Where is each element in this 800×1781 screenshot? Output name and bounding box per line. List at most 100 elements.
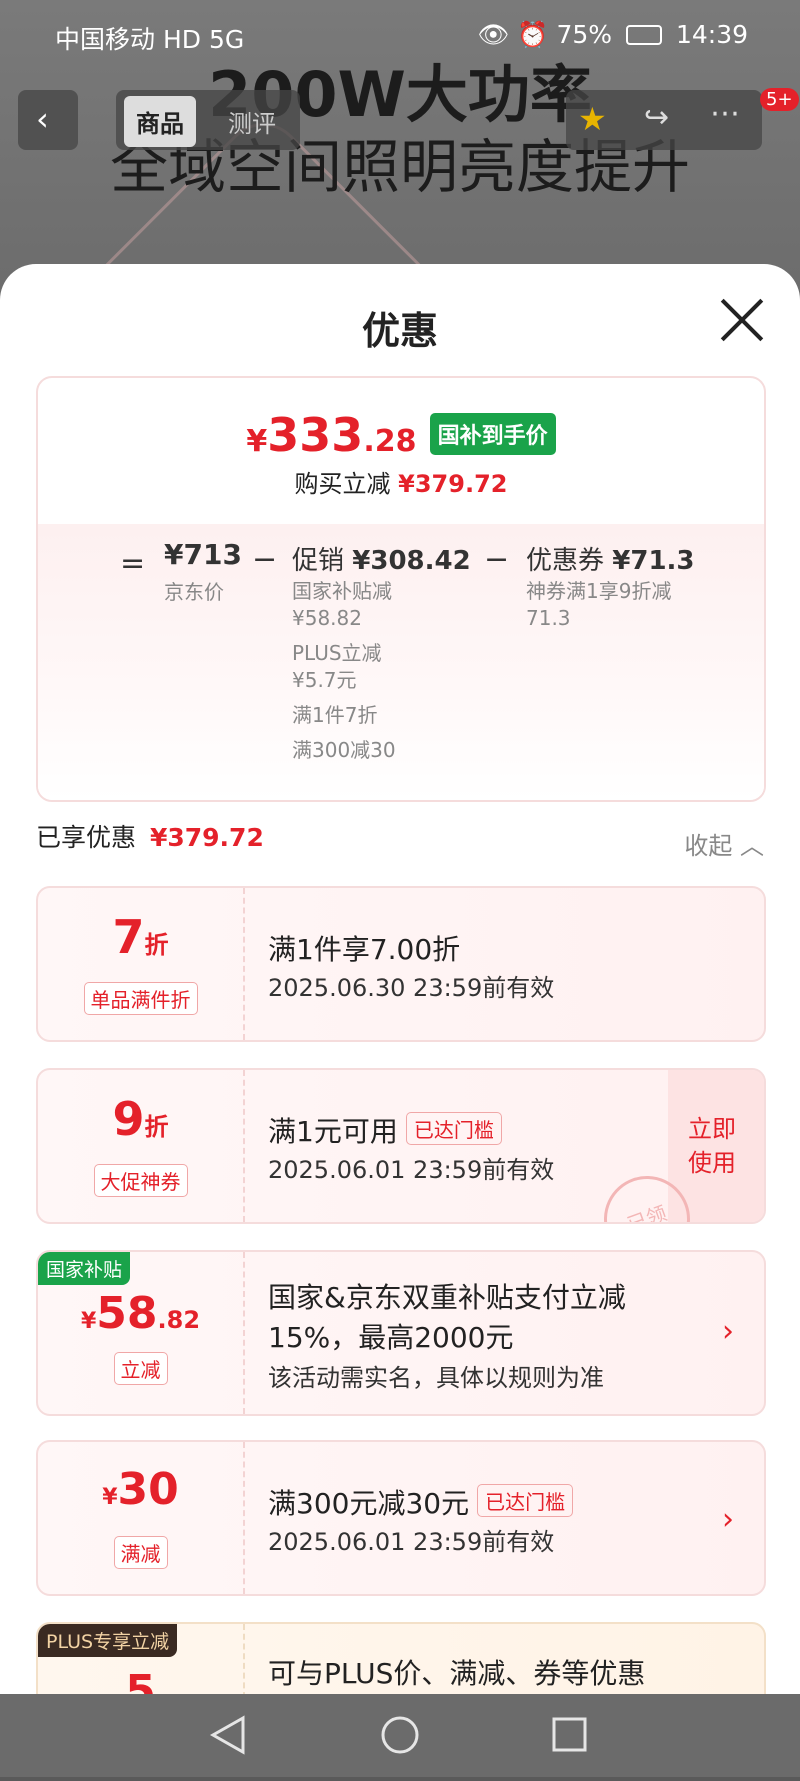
coupon-expiry: 2025.06.01 23:59前有效 — [268, 1528, 555, 1556]
final-price-int: 333 — [267, 408, 364, 462]
coupon-value: ¥71.3 — [612, 546, 695, 576]
back-arrow-icon: ‹ — [36, 100, 49, 138]
coupon-left: 7折 单品满件折 — [38, 888, 245, 1040]
star-icon[interactable]: ★ — [578, 100, 607, 138]
alarm-icon: ⏰ — [517, 20, 549, 49]
discount-sheet: 优惠 ¥333.28 国补到手价 购买立减 ¥379.72 = ¥713 京东价… — [0, 264, 800, 1694]
coupon-items: 神券满1享9折减 71.3 — [526, 578, 671, 632]
minus-sign-1: − — [252, 542, 278, 577]
close-icon[interactable] — [720, 298, 764, 342]
use-now-label: 立即使用 — [688, 1115, 736, 1177]
coupon-expiry: 2025.06.01 23:59前有效 — [268, 1156, 555, 1184]
coupon-card[interactable]: 9折 大促神券 满1元可用 已达门槛 2025.06.01 23:59前有效 立即… — [36, 1068, 766, 1224]
coupon-total: 优惠券 ¥71.3 — [526, 540, 695, 577]
coupon-left: 9折 大促神券 — [38, 1070, 245, 1222]
final-price-row: ¥333.28 国补到手价 — [38, 408, 764, 462]
coupon-value: 5 — [125, 1666, 156, 1694]
promo-item: ¥5.7元 — [292, 668, 357, 692]
buy-reduce-value: ¥379.72 — [398, 470, 508, 498]
promo-label: 促销 — [292, 546, 345, 576]
promo-item: 满1件7折 — [292, 703, 378, 727]
plus-exclusive-corner: PLUS专享立减 — [38, 1624, 178, 1657]
chevron-right-icon[interactable]: › — [722, 1314, 734, 1349]
back-button[interactable]: ‹ — [18, 90, 78, 150]
enjoyed-value: ¥379.72 — [149, 823, 264, 852]
promo-value: ¥308.42 — [352, 546, 471, 576]
threshold-chip: 已达门槛 — [405, 1112, 502, 1145]
chevron-up-icon: ︿ — [740, 832, 764, 860]
eye-icon: 👁 — [477, 20, 510, 49]
tab-product[interactable]: 商品 — [124, 96, 196, 147]
coupon-card[interactable]: 国家补贴 ¥58.82 立减 国家&京东双重补贴支付立减 15%，最高2000元… — [36, 1250, 766, 1416]
system-nav-bar — [0, 1694, 800, 1777]
coupon-value: ¥30 — [102, 1464, 179, 1515]
equals-sign: = — [120, 546, 146, 581]
top-actions: ★ ↪ ⋯ — [566, 90, 762, 150]
coupon-left: PLUS专享立减 5 — [38, 1624, 245, 1694]
coupon-note: 该活动需实名，具体以规则为准 — [268, 1364, 604, 1392]
coupon-value: 7折 — [112, 910, 169, 964]
cart-badge: 5+ — [760, 88, 799, 111]
subsidy-badge: 国补到手价 — [429, 413, 556, 455]
promo-items: 国家补贴减 ¥58.82 PLUS立减 ¥5.7元 满1件7折 满300减30 — [292, 578, 396, 764]
price-summary-card: ¥333.28 国补到手价 购买立减 ¥379.72 = ¥713 京东价 − … — [36, 376, 766, 802]
final-price-dec: .28 — [363, 424, 417, 459]
coupon-item: 神券满1享9折减 — [526, 579, 672, 603]
enjoyed-label: 已享优惠 — [36, 823, 137, 852]
battery-percent: 75% — [556, 20, 613, 49]
status-right: 👁 ⏰ 75% 14:39 — [478, 20, 748, 50]
coupon-type-tag: 单品满件折 — [83, 982, 198, 1015]
collapse-label: 收起 — [684, 832, 733, 860]
clock: 14:39 — [675, 20, 748, 49]
nav-home-icon[interactable] — [381, 1716, 419, 1754]
share-icon[interactable]: ↪ — [644, 100, 669, 135]
coupon-type-tag: 大促神券 — [93, 1164, 188, 1197]
national-subsidy-corner: 国家补贴 — [38, 1252, 131, 1285]
promo-total: 促销 ¥308.42 — [292, 540, 471, 577]
promo-item: ¥58.82 — [292, 606, 362, 630]
top-tabs: 商品 测评 — [116, 90, 300, 150]
enjoyed-row: 已享优惠 ¥379.72 — [36, 818, 264, 854]
coupon-card[interactable]: 7折 单品满件折 满1件享7.00折 2025.06.30 23:59前有效 — [36, 886, 766, 1042]
nav-back-icon[interactable] — [209, 1715, 245, 1755]
coupon-card[interactable]: PLUS专享立减 5 可与PLUS价、满减、券等优惠 — [36, 1622, 766, 1694]
tab-review[interactable]: 测评 — [228, 104, 276, 139]
price-breakdown: = ¥713 京东价 − 促销 ¥308.42 国家补贴减 ¥58.82 PLU… — [38, 524, 764, 800]
coupon-left: ¥30 满减 — [38, 1442, 245, 1594]
nav-recents-icon[interactable] — [552, 1717, 587, 1752]
coupon-left: 国家补贴 ¥58.82 立减 — [38, 1252, 245, 1414]
coupon-value: 9折 — [112, 1092, 169, 1146]
price-symbol: ¥ — [246, 424, 268, 459]
threshold-chip: 已达门槛 — [477, 1484, 574, 1517]
carrier-text: 中国移动 HD 5G — [55, 25, 245, 54]
chevron-right-icon[interactable]: › — [722, 1502, 734, 1537]
more-icon[interactable]: ⋯ — [710, 96, 740, 131]
coupon-type-tag: 满减 — [113, 1536, 168, 1569]
promo-item: 国家补贴减 — [292, 579, 392, 603]
sheet-title: 优惠 — [361, 309, 438, 353]
status-bar: 中国移动 HD 5G 👁 ⏰ 75% 14:39 — [0, 0, 800, 70]
price-header: ¥333.28 国补到手价 购买立减 ¥379.72 — [38, 378, 764, 524]
coupon-expiry: 2025.06.30 23:59前有效 — [268, 974, 555, 1002]
minus-sign-2: − — [484, 542, 510, 577]
buy-reduce-row: 购买立减 ¥379.72 — [38, 464, 764, 499]
promo-item: 满300减30 — [292, 738, 396, 762]
coupon-title: 满1元可用 已达门槛 — [268, 1110, 502, 1150]
nav-icons — [209, 1715, 587, 1755]
coupon-title-line2: 15%，最高2000元 — [268, 1321, 514, 1354]
coupon-value: ¥58.82 — [80, 1288, 201, 1339]
jd-price-label: 京东价 — [164, 580, 224, 604]
coupon-type-tag: 立减 — [113, 1352, 168, 1385]
coupon-title: 国家&京东双重补贴支付立减 — [268, 1281, 626, 1314]
battery-icon — [626, 25, 662, 45]
coupon-title: 可与PLUS价、满减、券等优惠 — [268, 1657, 646, 1690]
coupon-label: 优惠券 — [526, 546, 605, 576]
coupon-card[interactable]: ¥30 满减 满300元减30元 已达门槛 2025.06.01 23:59前有效… — [36, 1440, 766, 1596]
buy-reduce-label: 购买立减 — [294, 470, 391, 498]
coupon-title: 满300元减30元 已达门槛 — [268, 1482, 574, 1522]
collapse-button[interactable]: 收起 ︿ — [684, 826, 764, 861]
jd-price: ¥713 — [164, 538, 242, 571]
coupon-title: 满1件享7.00折 — [268, 933, 461, 966]
promo-item: PLUS立减 — [292, 641, 382, 665]
coupon-item: 71.3 — [526, 606, 571, 630]
